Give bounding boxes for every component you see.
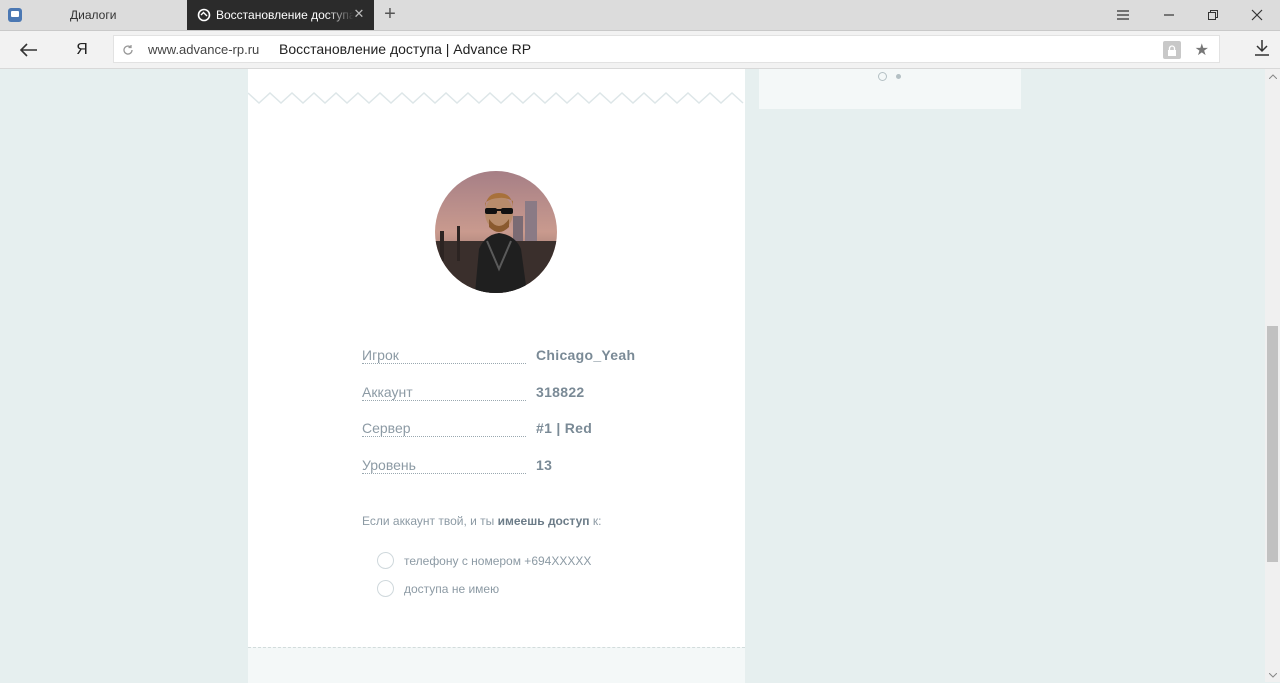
radio-no-access[interactable] xyxy=(377,580,394,597)
minimize-icon[interactable] xyxy=(1146,0,1192,30)
back-arrow-icon[interactable] xyxy=(16,37,42,63)
address-bar[interactable]: www.advance-rp.ru Восстановление доступа… xyxy=(113,35,1220,63)
dotted-leader xyxy=(362,472,526,474)
close-window-icon[interactable] xyxy=(1234,0,1280,30)
dotted-leader xyxy=(362,363,526,364)
level-label: Уровень xyxy=(362,456,422,473)
recovery-prompt: Если аккаунт твой, и ты имеешь доступ к: xyxy=(362,514,601,528)
dotted-leader xyxy=(362,399,526,401)
navigation-bar: Я www.advance-rp.ru Восстановление досту… xyxy=(0,31,1280,69)
zigzag-divider xyxy=(248,91,744,105)
yandex-logo-button[interactable]: Я xyxy=(69,37,95,63)
option-no-access[interactable]: доступа не имею xyxy=(377,580,499,597)
slider-dot[interactable] xyxy=(896,74,901,79)
player-avatar xyxy=(435,171,557,293)
prompt-bold: имеешь доступ xyxy=(497,514,590,528)
card-footer xyxy=(248,647,745,683)
new-tab-button[interactable]: + xyxy=(380,4,400,24)
tab-dialogs-label: Диалоги xyxy=(70,8,117,22)
page-title: Восстановление доступа | Advance RP xyxy=(279,41,532,57)
side-panel xyxy=(759,69,1021,109)
tab-dialogs[interactable]: Диалоги xyxy=(0,0,187,30)
restore-icon[interactable] xyxy=(1190,0,1236,30)
page-scrollbar[interactable] xyxy=(1265,69,1280,682)
info-row-player: Игрок Chicago_Yeah xyxy=(362,347,642,384)
player-label: Игрок xyxy=(362,347,405,363)
info-row-level: Уровень 13 xyxy=(362,456,642,494)
account-label: Аккаунт xyxy=(362,383,419,400)
download-icon[interactable] xyxy=(1254,39,1270,62)
server-value: #1 | Red xyxy=(536,420,593,436)
scroll-down-arrow-icon[interactable] xyxy=(1265,668,1280,682)
option-phone[interactable]: телефону с номером +694XXXXX xyxy=(377,552,591,569)
option-phone-label: телефону с номером +694XXXXX xyxy=(404,553,592,568)
tab-strip: Диалоги Восстановление доступа ✕ + xyxy=(0,0,1280,31)
bookmark-star-icon[interactable]: ★ xyxy=(1195,40,1209,60)
scroll-up-arrow-icon[interactable] xyxy=(1265,69,1280,83)
close-tab-icon[interactable]: ✕ xyxy=(352,7,366,21)
server-label: Сервер xyxy=(362,420,417,436)
info-row-server: Сервер #1 | Red xyxy=(362,420,642,457)
info-row-account: Аккаунт 318822 xyxy=(362,383,642,421)
site-favicon-icon xyxy=(197,8,211,22)
prompt-start: Если аккаунт твой, и ты xyxy=(362,514,498,528)
tab-recovery[interactable]: Восстановление доступа ✕ xyxy=(187,0,374,30)
player-info-table: Игрок Chicago_Yeah Аккаунт 318822 Сервер… xyxy=(362,347,642,493)
slider-dot-active[interactable] xyxy=(878,72,887,81)
player-value: Chicago_Yeah xyxy=(536,347,636,363)
url-domain: www.advance-rp.ru xyxy=(148,42,260,57)
radio-phone[interactable] xyxy=(377,552,394,569)
dotted-leader xyxy=(362,436,526,437)
level-value: 13 xyxy=(536,456,553,473)
lock-icon[interactable] xyxy=(1163,41,1181,59)
account-value: 318822 xyxy=(536,383,585,400)
prompt-end: к: xyxy=(589,514,602,528)
option-no-access-label: доступа не имею xyxy=(404,581,500,596)
recovery-card: Игрок Chicago_Yeah Аккаунт 318822 Сервер… xyxy=(248,69,745,683)
scroll-thumb[interactable] xyxy=(1267,326,1278,562)
reload-icon[interactable] xyxy=(122,43,134,61)
tab-recovery-label: Восстановление доступа xyxy=(216,8,354,22)
browser-menu-icon[interactable] xyxy=(1100,0,1146,30)
vk-favicon-icon xyxy=(8,8,22,22)
